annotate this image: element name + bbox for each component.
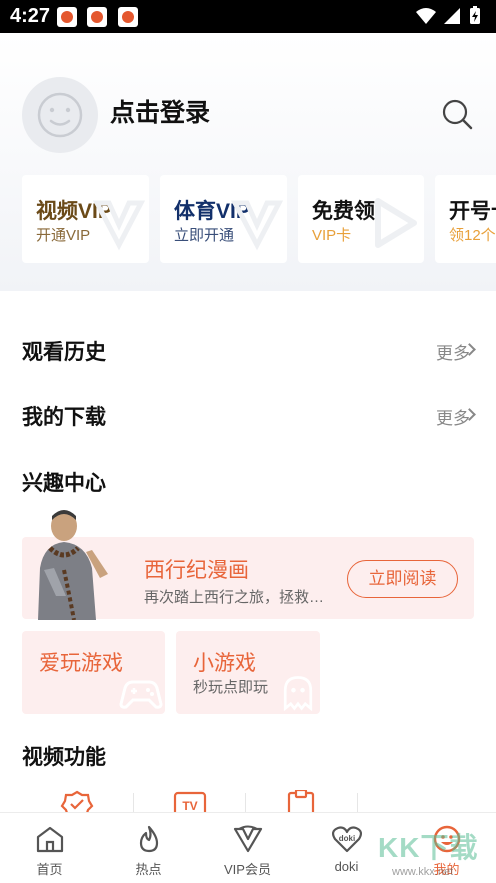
- status-time: 4:27: [10, 5, 51, 27]
- ghost-icon: [283, 676, 313, 712]
- vip-card-free[interactable]: 免费领 VIP卡: [298, 175, 424, 263]
- vip-card-number[interactable]: 开号卡 领12个: [435, 175, 496, 263]
- game-tile[interactable]: 爱玩游戏: [22, 631, 165, 714]
- vip-card-subtitle: 开通VIP: [36, 227, 91, 244]
- video-features-title: 视频功能: [22, 746, 106, 769]
- status-bar: 4:27: [0, 0, 496, 33]
- read-now-button[interactable]: 立即阅读: [347, 560, 458, 598]
- tile-title: 小游戏: [193, 652, 256, 675]
- notification-icon: [57, 7, 77, 27]
- banner-subtitle: 再次踏上西行之旅，拯救…: [144, 589, 325, 606]
- svg-text:TV: TV: [182, 799, 197, 813]
- vip-badge-icon: [231, 200, 283, 251]
- vip-card-subtitle: 立即开通: [174, 227, 235, 244]
- watch-history-title: 观看历史: [22, 341, 106, 364]
- doki-icon: doki: [332, 826, 362, 853]
- mini-game-tile[interactable]: 小游戏 秒玩点即玩: [176, 631, 320, 714]
- search-icon[interactable]: [440, 97, 474, 131]
- signal-icon: [444, 8, 460, 24]
- interest-center-title: 兴趣中心: [22, 472, 106, 495]
- vip-badge-icon: [93, 200, 145, 251]
- monk-character-image: [38, 510, 108, 620]
- watermark: KK下载: [378, 832, 479, 863]
- nav-item-vip[interactable]: VIP会员: [198, 813, 297, 883]
- vip-card-subtitle: VIP卡: [312, 227, 352, 244]
- system-icons: [416, 6, 480, 24]
- notification-icon: [118, 7, 138, 27]
- smiley-icon: [37, 92, 83, 138]
- vip-icon: [233, 825, 263, 853]
- home-icon: [36, 826, 64, 853]
- notification-icon: [87, 7, 107, 27]
- downloads-row[interactable]: 我的下载 更多: [0, 395, 496, 435]
- watermark-url: www.kkx.net: [392, 866, 454, 878]
- nav-label: 热点: [135, 862, 162, 877]
- play-icon: [375, 198, 417, 248]
- tile-title: 爱玩游戏: [39, 652, 123, 675]
- tile-subtitle: 秒玩点即玩: [193, 679, 269, 696]
- flame-icon: [139, 825, 159, 853]
- downloads-title: 我的下载: [22, 406, 106, 429]
- watch-history-row[interactable]: 观看历史 更多: [0, 330, 496, 370]
- vip-card-subtitle: 领12个: [449, 227, 496, 244]
- avatar[interactable]: [22, 77, 98, 153]
- login-link[interactable]: 点击登录: [110, 93, 210, 129]
- vip-card-sports[interactable]: 体育VIP 立即开通: [160, 175, 287, 263]
- vip-card-title: 开号卡: [449, 200, 496, 223]
- nav-item-hot[interactable]: 热点: [99, 813, 198, 883]
- nav-item-home[interactable]: 首页: [0, 813, 99, 883]
- wifi-icon: [416, 8, 436, 24]
- nav-label: 首页: [36, 862, 63, 877]
- banner-title: 西行纪漫画: [144, 559, 249, 582]
- gamepad-icon: [119, 680, 163, 709]
- nav-label: VIP会员: [224, 862, 271, 877]
- vip-card-title: 免费领: [312, 200, 375, 223]
- vip-card-video[interactable]: 视频VIP 开通VIP: [22, 175, 149, 263]
- svg-text:doki: doki: [339, 834, 355, 843]
